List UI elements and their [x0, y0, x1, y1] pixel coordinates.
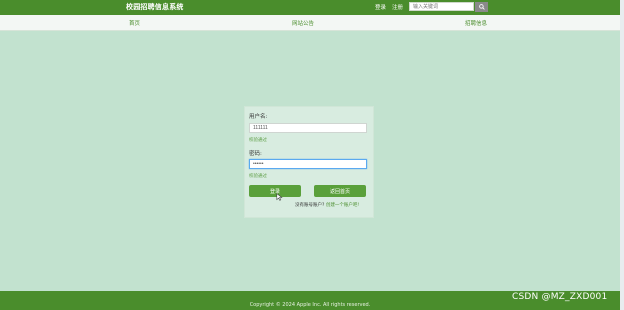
nav-item-announcements[interactable]: 网站公告	[292, 19, 314, 27]
mouse-pointer-icon	[276, 193, 283, 201]
username-label: 用户名:	[249, 114, 268, 120]
main-nav: 首页 网站公告 招聘信息	[0, 15, 624, 31]
search-input[interactable]	[409, 2, 474, 11]
vertical-scrollbar[interactable]	[620, 0, 624, 310]
password-field[interactable]	[249, 159, 367, 169]
top-bar: 校园招聘信息系统 登录 注册	[0, 0, 624, 15]
register-prompt: 没有账号账户? 创建一个账户吧!	[295, 202, 359, 208]
register-link[interactable]: 注册	[392, 3, 403, 11]
back-home-button[interactable]: 返回首页	[314, 185, 366, 197]
password-hint: 校验通过	[249, 174, 267, 179]
username-field[interactable]	[249, 123, 367, 133]
watermark: CSDN @MZ_ZXD001	[512, 292, 608, 302]
site-title: 校园招聘信息系统	[126, 3, 184, 11]
username-hint: 校验通过	[249, 138, 267, 143]
no-account-text: 没有账号账户?	[295, 203, 325, 208]
nav-item-home[interactable]: 首页	[129, 19, 140, 27]
create-account-link[interactable]: 创建一个账户吧!	[326, 203, 359, 208]
nav-item-jobs[interactable]: 招聘信息	[465, 19, 487, 27]
copyright-text: Copyright © 2024 Apple Inc. All rights r…	[249, 302, 371, 308]
login-form: 用户名: 校验通过 密码: 校验通过 登录 返回首页 没有账号账户? 创建一个账…	[244, 106, 374, 218]
password-label: 密码:	[249, 151, 262, 157]
login-link[interactable]: 登录	[375, 3, 386, 11]
login-button[interactable]: 登录	[249, 185, 301, 197]
search-button[interactable]	[475, 2, 488, 12]
search-icon	[478, 4, 485, 10]
